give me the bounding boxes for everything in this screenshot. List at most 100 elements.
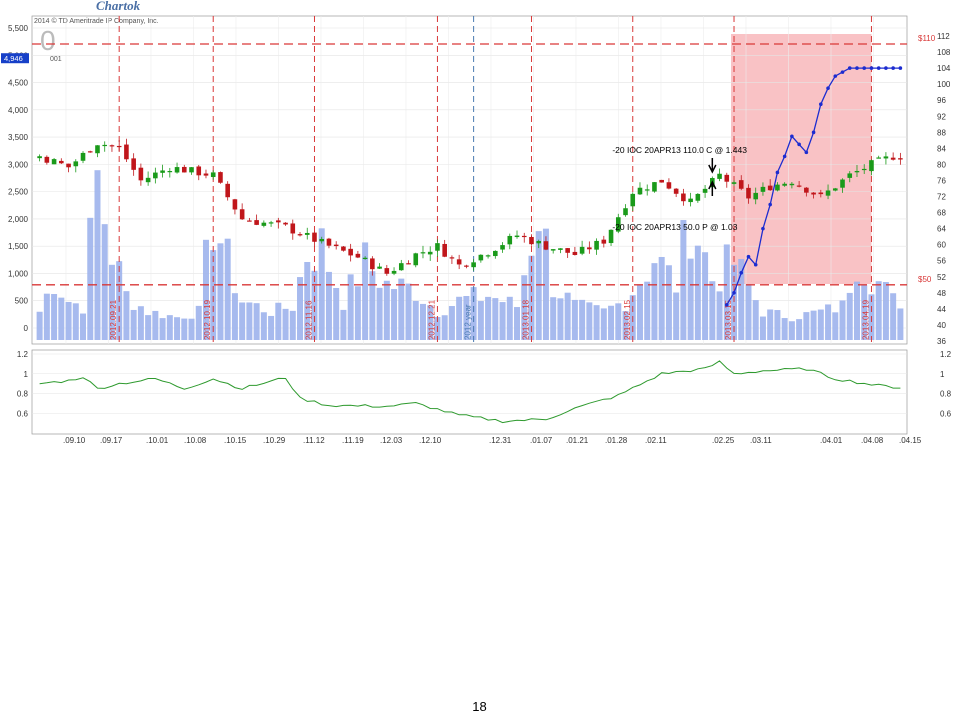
candle-body	[746, 187, 751, 199]
candle-body	[232, 199, 238, 210]
candle-body	[869, 160, 874, 172]
right-axis-tick: 40	[937, 321, 946, 330]
candle-body	[268, 222, 274, 224]
blue-series-point	[797, 142, 801, 147]
blue-series-point	[782, 154, 787, 159]
candle-body	[550, 249, 556, 251]
candle-body	[160, 170, 165, 173]
candle-body	[644, 189, 650, 191]
candle-body	[485, 255, 491, 257]
candle-body	[413, 253, 419, 266]
candle-body	[427, 251, 433, 255]
candle-body	[174, 167, 180, 173]
candle-body	[435, 243, 440, 251]
blue-series-point	[833, 74, 838, 78]
volume-bar	[803, 312, 810, 340]
candle-body	[579, 246, 585, 254]
candle-body	[811, 192, 816, 195]
candle-body	[493, 250, 498, 257]
candle-body	[666, 182, 672, 189]
left-axis-tick: 2,000	[8, 215, 29, 224]
candle-body	[261, 222, 267, 226]
candle-body	[854, 170, 860, 173]
x-axis-tick: .04.01	[820, 436, 843, 445]
candle-body	[355, 253, 361, 258]
candle-body	[673, 188, 679, 194]
volume-bar	[333, 287, 340, 340]
volume-bar	[224, 238, 231, 340]
lower-left-tick: 1	[24, 370, 29, 379]
volume-bar	[709, 281, 716, 340]
left-axis-tick: 2,500	[8, 188, 29, 197]
blue-series-point	[876, 66, 881, 70]
candle-body	[51, 159, 57, 165]
volume-bar	[282, 308, 289, 340]
candle-body	[312, 232, 317, 242]
volume-bar	[593, 305, 600, 340]
candle-body	[898, 158, 903, 160]
volume-bar	[499, 302, 506, 340]
right-axis-tick: 72	[937, 193, 946, 202]
candle-body	[514, 235, 520, 238]
vertical-marker-label: 2012.10.19	[203, 299, 212, 340]
volume-bar	[181, 318, 188, 340]
volume-bar	[485, 296, 492, 340]
candle-body	[818, 192, 824, 195]
x-axis-tick: .10.15	[224, 436, 247, 445]
blue-series-point	[826, 86, 830, 90]
x-axis-tick: .01.28	[605, 436, 628, 445]
candle-body	[840, 179, 845, 188]
volume-bar	[130, 309, 137, 340]
candle-body	[218, 172, 223, 183]
candle-body	[738, 180, 744, 189]
x-axis-tick: .02.11	[645, 436, 667, 445]
volume-bar	[275, 302, 282, 340]
shaded-region	[731, 34, 872, 284]
vertical-marker-label: 2013.02.15	[623, 299, 632, 340]
annotation-put: -20 IOC 20APR13 50.0 P @ 1.03	[612, 222, 737, 232]
candle-body	[587, 247, 592, 250]
x-axis-tick: .09.17	[100, 436, 123, 445]
candle-body	[167, 171, 173, 173]
candle-body	[189, 167, 194, 173]
candle-body	[37, 156, 42, 159]
candle-body	[124, 144, 129, 160]
candle-body	[702, 188, 708, 193]
right-axis-tick: 52	[937, 273, 946, 282]
vertical-marker-label: 2012.12.21	[427, 299, 436, 340]
candle-body	[102, 144, 108, 147]
lower-right-tick: 1.2	[940, 350, 952, 359]
x-axis-tick: .03.11	[750, 436, 772, 445]
vertical-marker-label: 2012.09.21	[109, 299, 118, 340]
candle-body	[558, 248, 563, 250]
x-axis-ticks: .09.10 .09.17 .10.01 .10.08 .10.15 .10.29 .11.…	[63, 436, 922, 445]
x-axis-tick: .01.07	[530, 436, 553, 445]
candle-body	[565, 248, 570, 253]
candle-body	[384, 268, 390, 274]
volume-bar	[687, 258, 694, 340]
shaded-region-rect	[731, 34, 872, 284]
blue-series-point	[768, 202, 772, 207]
blue-series-point	[739, 270, 744, 275]
candle-body	[767, 185, 773, 191]
lower-left-tick: 0.6	[17, 409, 29, 418]
volume-bar	[101, 224, 108, 340]
right-axis-tick: 64	[937, 225, 946, 234]
volume-bar	[36, 311, 43, 340]
volume-bar	[853, 281, 860, 340]
candle-body	[333, 244, 339, 247]
volume-bar	[644, 281, 651, 340]
volume-bar	[514, 307, 521, 340]
candle-body	[652, 182, 657, 192]
x-axis-tick: .01.21	[566, 436, 589, 445]
volume-bar	[506, 296, 513, 340]
volume-bar	[354, 286, 361, 340]
x-axis-tick: .10.01	[146, 436, 169, 445]
candle-body	[420, 252, 426, 254]
volume-bar	[846, 292, 853, 340]
candle-body	[442, 243, 447, 257]
x-axis-tick: .12.10	[419, 436, 442, 445]
volume-bar	[767, 309, 774, 340]
blue-series-point	[884, 66, 888, 70]
volume-bar	[752, 300, 759, 340]
